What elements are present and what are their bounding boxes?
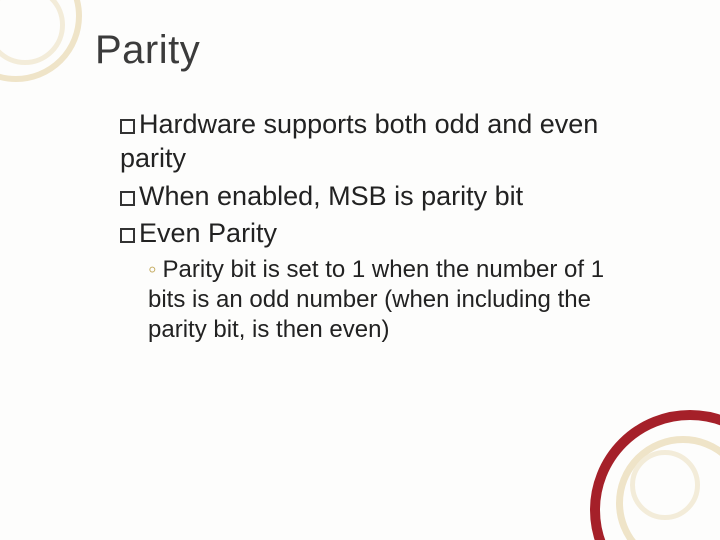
circle-bullet-icon: ◦ (148, 255, 157, 285)
bullet-item: Even Parity (120, 217, 640, 251)
bullet-text: Even Parity (139, 218, 277, 248)
slide: Parity Hardware supports both odd and ev… (0, 0, 720, 540)
sub-bullet-list: ◦Parity bit is set to 1 when the number … (148, 255, 640, 345)
bullet-text: When enabled, MSB is parity bit (139, 181, 523, 211)
square-bullet-icon (120, 119, 135, 134)
square-bullet-icon (120, 228, 135, 243)
sub-bullet-item: ◦Parity bit is set to 1 when the number … (148, 255, 640, 345)
bullet-text: Hardware supports both odd and even pari… (120, 109, 598, 173)
bullet-item: When enabled, MSB is parity bit (120, 180, 640, 214)
decor-ring-bottom-inner (630, 450, 700, 520)
slide-title: Parity (95, 28, 200, 73)
slide-body: Hardware supports both odd and even pari… (120, 108, 640, 345)
square-bullet-icon (120, 191, 135, 206)
bullet-item: Hardware supports both odd and even pari… (120, 108, 640, 176)
sub-bullet-text: Parity bit is set to 1 when the number o… (148, 256, 604, 343)
